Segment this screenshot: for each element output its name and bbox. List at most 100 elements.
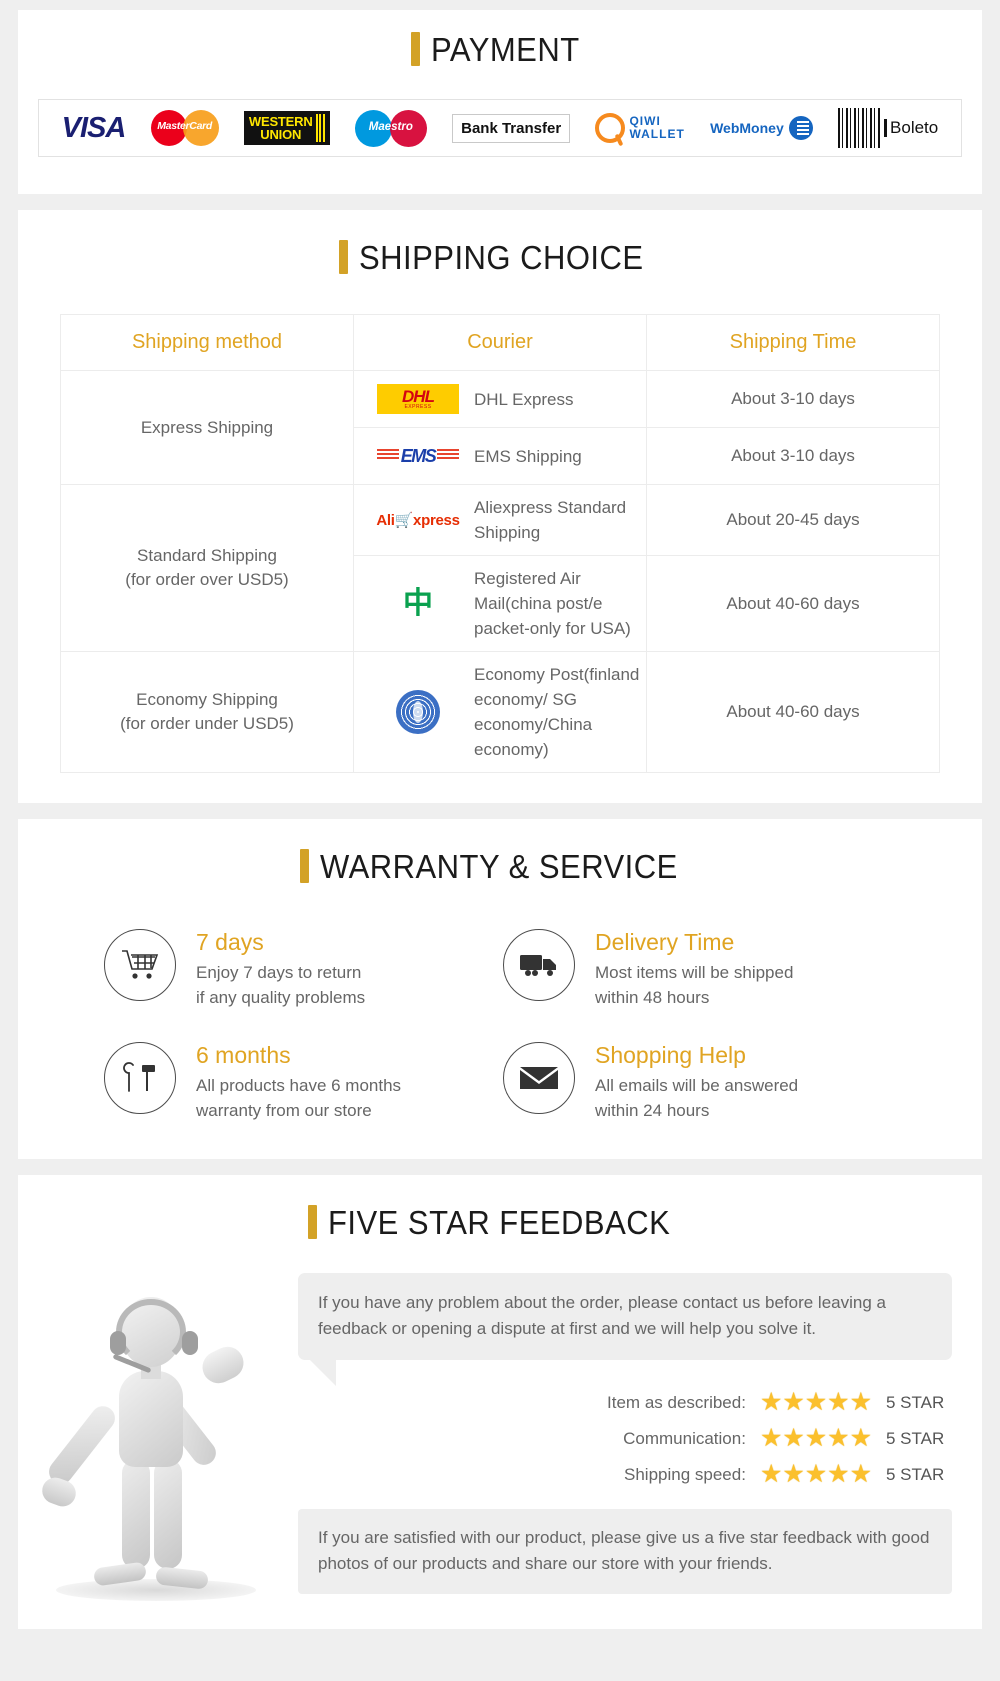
shipping-title-text: SHIPPING CHOICE [358,238,644,276]
payment-title-text: PAYMENT [430,30,580,68]
cell-time: About 40-60 days [646,555,940,652]
cell-courier-ems: EMS EMS Shipping [353,427,647,485]
payment-method-maestro: Maestro [354,105,427,151]
cell-method-express: Express Shipping [60,370,354,485]
feedback-section: FIVE STAR FEEDBACK If you have any probl… [18,1175,982,1629]
cell-courier-china-post: 中 Registered Air Mail(china post/e packe… [353,555,647,652]
rating-value: 5 STAR [886,1392,945,1412]
tools-icon [104,1042,176,1114]
cell-method-economy: Economy Shipping (for order under USD5) [60,651,354,773]
method-name: Standard Shipping [137,546,277,565]
aliexpress-logo-icon: Ali🛒xpress [376,512,460,529]
shipping-section: SHIPPING CHOICE Shipping method Courier … [18,210,982,803]
payment-method-visa: VISA [61,105,127,151]
support-mascot-image [18,1273,298,1603]
method-sub: (for order over USD5) [125,570,289,589]
payment-method-webmoney: WebMoney [710,105,813,151]
method-name: Express Shipping [140,417,274,437]
payment-method-mastercard: MasterCard [150,105,219,151]
rating-row-shipping-speed: Shipping speed: ★★★★★ 5 STAR [298,1462,952,1487]
maestro-icon: Maestro [354,107,427,149]
feedback-note: If you are satisfied with our product, p… [298,1509,952,1594]
economy-post-logo-icon [376,690,460,734]
title-accent-bar [307,1205,317,1239]
star-rating-icon: ★★★★★ [759,1388,872,1416]
rating-label: Item as described: [607,1392,746,1412]
warranty-line2: within 24 hours [595,1101,710,1120]
payment-section: PAYMENT VISA MasterCard WESTERN UNION Ma… [18,10,982,194]
payment-method-boleto: Boleto [838,105,938,151]
dhl-logo-icon: DHL EXPRESS [376,381,460,417]
mastercard-label: MasterCard [157,120,213,132]
shopping-cart-icon [104,929,176,1001]
table-header-row: Shipping method Courier Shipping Time [60,314,940,371]
payment-methods-strip: VISA MasterCard WESTERN UNION Maestro Ba… [38,99,962,157]
shipping-title: SHIPPING CHOICE [18,240,982,274]
column-header-method: Shipping method [60,314,354,371]
cell-courier-dhl: DHL EXPRESS DHL Express [353,370,647,428]
table-row: Standard Shipping (for order over USD5) … [60,484,940,652]
qiwi-wallet-icon: QIWI WALLET [595,113,684,143]
courier-name: Registered Air Mail(china post/e packet-… [474,569,631,638]
courier-name: EMS Shipping [474,446,582,466]
payment-title: PAYMENT [18,32,982,66]
column-header-time: Shipping Time [646,314,940,371]
courier-name: Aliexpress Standard Shipping [474,498,627,542]
warranty-title: WARRANTY & SERVICE [18,849,982,883]
visa-icon: VISA [61,111,127,144]
payment-method-qiwi: QIWI WALLET [595,105,684,151]
warranty-line1: All products have 6 months [196,1076,402,1095]
wu-line2: UNION [260,127,302,142]
title-accent-bar [299,849,309,883]
payment-method-western-union: WESTERN UNION [243,105,330,151]
boleto-label: Boleto [884,119,938,137]
warranty-item-delivery-time: Delivery Time Most items will be shipped… [503,929,902,1010]
warranty-heading: Delivery Time [595,929,735,955]
table-row: Economy Shipping (for order under USD5) … [60,651,940,773]
cell-method-standard: Standard Shipping (for order over USD5) [60,484,354,652]
feedback-bubble: If you have any problem about the order,… [298,1273,952,1386]
maestro-label: Maestro [368,121,413,133]
table-row: Express Shipping DHL EXPRESS DHL Express … [60,370,940,485]
china-post-logo-icon: 中 [403,585,433,621]
cell-time: About 20-45 days [646,484,940,556]
warranty-line1: Most items will be shipped [595,963,794,982]
warranty-heading: 6 months [196,1042,291,1068]
webmoney-label: WebMoney [710,120,784,136]
cell-courier-economy-post: Economy Post(finland economy/ SG economy… [353,651,647,773]
method-sub: (for order under USD5) [120,714,294,733]
cell-time: About 40-60 days [646,651,940,773]
method-name: Economy Shipping [136,690,278,709]
warranty-title-text: WARRANTY & SERVICE [319,847,678,885]
cell-time: About 3-10 days [646,370,940,428]
warranty-line1: Enjoy 7 days to return [196,963,362,982]
payment-method-bank-transfer: Bank Transfer [452,105,571,151]
warranty-line2: if any quality problems [196,988,366,1007]
rating-label: Communication: [623,1428,746,1448]
rating-row-item-as-described: Item as described: ★★★★★ 5 STAR [298,1390,952,1415]
warranty-section: WARRANTY & SERVICE 7 days Enjoy 7 days t… [18,819,982,1159]
ems-logo-icon: EMS [376,438,460,474]
courier-name: DHL Express [474,389,574,409]
rating-value: 5 STAR [886,1428,945,1448]
warranty-item-returns: 7 days Enjoy 7 days to return if any qua… [104,929,503,1010]
warranty-line1: All emails will be answered [595,1076,799,1095]
title-accent-bar [338,240,348,274]
webmoney-icon: WebMoney [710,116,813,140]
rating-value: 5 STAR [886,1464,945,1484]
western-union-icon: WESTERN UNION [243,111,330,145]
mannequin-figure [34,1283,284,1603]
star-rating-icon: ★★★★★ [759,1460,872,1488]
warranty-item-warranty: 6 months All products have 6 months warr… [104,1042,503,1123]
warranty-line2: within 48 hours [595,988,710,1007]
envelope-icon [503,1042,575,1114]
star-rating-icon: ★★★★★ [759,1424,872,1452]
cell-time: About 3-10 days [646,427,940,485]
ratings-list: Item as described: ★★★★★ 5 STAR Communic… [298,1390,952,1487]
qiwi-line2: WALLET [629,127,685,141]
mastercard-icon: MasterCard [150,107,219,149]
courier-name: Economy Post(finland economy/ SG economy… [474,665,640,759]
column-header-courier: Courier [353,314,647,371]
warranty-line2: warranty from our store [196,1101,372,1120]
rating-label: Shipping speed: [624,1464,746,1484]
